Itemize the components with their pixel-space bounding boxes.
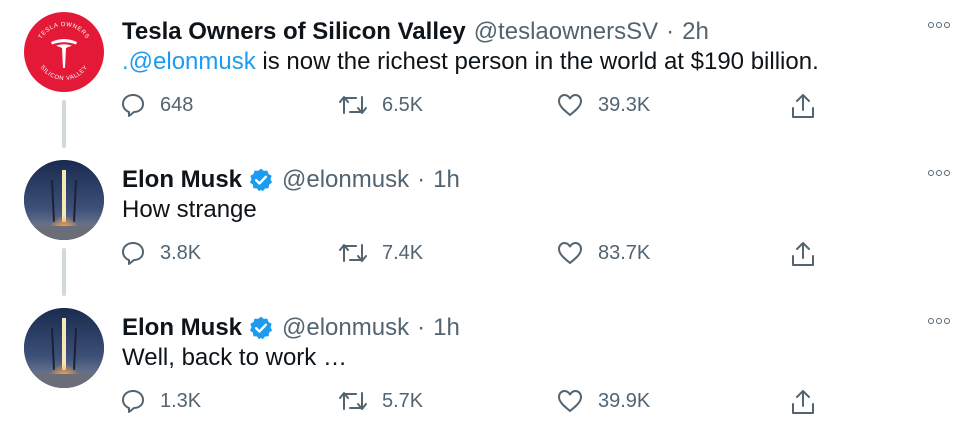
- retweet-count: 5.7K: [382, 389, 424, 412]
- reply-button[interactable]: 3.8K: [120, 240, 201, 266]
- verified-badge-icon: [248, 315, 274, 341]
- reply-button[interactable]: 648: [120, 92, 193, 118]
- more-icon[interactable]: [928, 170, 950, 176]
- retweet-icon: [339, 392, 367, 410]
- tweet-text: .@elonmusk is now the richest person in …: [122, 48, 819, 76]
- author-name[interactable]: Tesla Owners of Silicon Valley: [122, 18, 466, 46]
- retweet-button[interactable]: 5.7K: [338, 388, 423, 414]
- like-button[interactable]: 39.3K: [556, 92, 650, 118]
- tweet-thread: TESLA OWNERS SILICON VALLEY Tesla Owners…: [0, 0, 980, 438]
- more-icon[interactable]: [928, 22, 950, 28]
- timestamp[interactable]: 1h: [433, 314, 460, 342]
- share-button[interactable]: [790, 92, 816, 120]
- author-name[interactable]: Elon Musk: [122, 166, 242, 194]
- share-button[interactable]: [790, 240, 816, 268]
- tweet-actions: 1.3K 5.7K 39.9K: [0, 388, 980, 424]
- share-icon: [792, 94, 814, 118]
- reply-icon: [122, 94, 144, 117]
- tweet-text-body: is now the richest person in the world a…: [255, 48, 819, 75]
- reply-icon: [122, 242, 144, 265]
- author-handle[interactable]: @elonmusk: [282, 166, 409, 194]
- separator-dot: ·: [666, 18, 675, 45]
- retweet-count: 6.5K: [382, 93, 424, 116]
- avatar[interactable]: [24, 308, 104, 388]
- share-icon: [792, 242, 814, 266]
- avatar[interactable]: [24, 160, 104, 240]
- like-button[interactable]: 39.9K: [556, 388, 650, 414]
- mention-link[interactable]: .@elonmusk: [122, 48, 256, 75]
- retweet-icon: [339, 96, 367, 114]
- timestamp[interactable]: 1h: [433, 166, 460, 194]
- like-count: 39.3K: [598, 93, 651, 116]
- share-icon: [792, 390, 814, 414]
- like-count: 39.9K: [598, 389, 651, 412]
- timestamp[interactable]: 2h: [682, 18, 709, 46]
- separator-dot: ·: [417, 166, 426, 193]
- tweet-header: Elon Musk @elonmusk · 1h: [122, 162, 460, 198]
- author-handle[interactable]: @elonmusk: [282, 314, 409, 342]
- reply-button[interactable]: 1.3K: [120, 388, 201, 414]
- tweet-actions: 648 6.5K 39.3K: [0, 92, 980, 128]
- reply-count: 648: [160, 93, 194, 116]
- retweet-icon: [339, 244, 367, 262]
- tweet-header: Elon Musk @elonmusk · 1h: [122, 310, 460, 346]
- like-button[interactable]: 83.7K: [556, 240, 650, 266]
- reply-count: 3.8K: [160, 241, 202, 264]
- retweet-count: 7.4K: [382, 241, 424, 264]
- verified-badge-icon: [248, 167, 274, 193]
- tweet-actions: 3.8K 7.4K 83.7K: [0, 240, 980, 276]
- more-icon[interactable]: [928, 318, 950, 324]
- reply-icon: [122, 390, 144, 413]
- share-button[interactable]: [790, 388, 816, 416]
- reply-count: 1.3K: [160, 389, 202, 412]
- author-name[interactable]: Elon Musk: [122, 314, 242, 342]
- like-icon: [558, 242, 582, 264]
- svg-text:TESLA OWNERS: TESLA OWNERS: [38, 22, 90, 40]
- avatar[interactable]: TESLA OWNERS SILICON VALLEY: [24, 12, 104, 92]
- like-icon: [558, 390, 582, 412]
- retweet-button[interactable]: 7.4K: [338, 240, 423, 266]
- tweet-header: Tesla Owners of Silicon Valley @teslaown…: [122, 14, 709, 50]
- separator-dot: ·: [417, 314, 426, 341]
- tweet-text: How strange: [122, 196, 257, 223]
- tesla-logo-icon: [51, 39, 77, 68]
- retweet-button[interactable]: 6.5K: [338, 92, 423, 118]
- author-handle[interactable]: @teslaownersSV: [474, 18, 658, 46]
- tweet-text: Well, back to work …: [122, 344, 347, 371]
- avatar-text-top: TESLA OWNERS: [38, 22, 90, 40]
- like-icon: [558, 94, 582, 116]
- like-count: 83.7K: [598, 241, 651, 264]
